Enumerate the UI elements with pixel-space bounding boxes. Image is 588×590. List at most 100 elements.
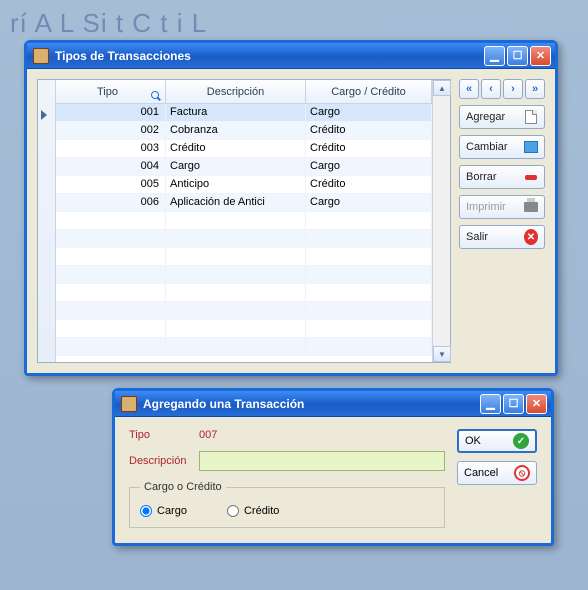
- delete-icon: [524, 170, 538, 184]
- ok-icon: ✓: [513, 433, 529, 449]
- cell-tipo: 005: [56, 176, 166, 193]
- table-row[interactable]: [56, 212, 432, 230]
- cell-descripcion: [166, 212, 306, 229]
- table-row[interactable]: [56, 266, 432, 284]
- side-panel: « ‹ › » Agregar Cambiar Borrar Imprimir: [459, 79, 545, 363]
- cell-cargo-credito: Cargo: [306, 104, 432, 121]
- column-header-cargo-credito[interactable]: Cargo / Crédito: [306, 80, 432, 103]
- cell-cargo-credito: Cargo: [306, 158, 432, 175]
- group-legend: Cargo o Crédito: [140, 481, 226, 493]
- cell-descripcion: Aplicación de Antici: [166, 194, 306, 211]
- window-title: Tipos de Transacciones: [55, 49, 484, 63]
- new-page-icon: [524, 110, 538, 124]
- cell-cargo-credito: [306, 230, 432, 247]
- table-row[interactable]: [56, 302, 432, 320]
- cell-cargo-credito: [306, 302, 432, 319]
- tipos-transacciones-window: Tipos de Transacciones ▁ ☐ ✕ Tipo Descri…: [24, 40, 558, 376]
- cell-tipo: 001: [56, 104, 166, 121]
- cell-descripcion: [166, 248, 306, 265]
- cell-tipo: [56, 230, 166, 247]
- current-row-marker-icon: [41, 110, 47, 120]
- cell-cargo-credito: [306, 320, 432, 337]
- nav-first-button[interactable]: «: [459, 79, 479, 99]
- table-row[interactable]: [56, 338, 432, 356]
- cell-tipo: [56, 302, 166, 319]
- table-row[interactable]: 006Aplicación de AnticiCargo: [56, 194, 432, 212]
- maximize-button[interactable]: ☐: [503, 394, 524, 414]
- titlebar[interactable]: Tipos de Transacciones ▁ ☐ ✕: [27, 43, 555, 69]
- cell-cargo-credito: [306, 248, 432, 265]
- cell-descripcion: [166, 338, 306, 355]
- cell-descripcion: [166, 302, 306, 319]
- cell-cargo-credito: Crédito: [306, 122, 432, 139]
- radio-credito-label[interactable]: Crédito: [227, 505, 279, 517]
- cancel-button[interactable]: Cancel ⦸: [457, 461, 537, 485]
- descripcion-label: Descripción: [129, 455, 199, 467]
- column-header-tipo[interactable]: Tipo: [56, 80, 166, 103]
- table-row[interactable]: 003CréditoCrédito: [56, 140, 432, 158]
- dialog-title: Agregando una Transacción: [143, 397, 480, 411]
- app-icon: [121, 396, 137, 412]
- transacciones-grid[interactable]: Tipo Descripción Cargo / Crédito 001Fact…: [37, 79, 451, 363]
- printer-icon: [524, 200, 538, 214]
- background-menu-text: rí A L Si t C t i L: [10, 8, 578, 39]
- nav-next-button[interactable]: ›: [503, 79, 523, 99]
- table-row[interactable]: [56, 284, 432, 302]
- agregar-button[interactable]: Agregar: [459, 105, 545, 129]
- close-button[interactable]: ✕: [526, 394, 547, 414]
- cell-descripcion: [166, 230, 306, 247]
- cell-tipo: 003: [56, 140, 166, 157]
- table-row[interactable]: 002CobranzaCrédito: [56, 122, 432, 140]
- cargo-credito-group: Cargo o Crédito Cargo Crédito: [129, 481, 445, 528]
- cell-tipo: 004: [56, 158, 166, 175]
- minimize-button[interactable]: ▁: [480, 394, 501, 414]
- column-header-descripcion[interactable]: Descripción: [166, 80, 306, 103]
- cell-cargo-credito: Crédito: [306, 176, 432, 193]
- search-icon[interactable]: [151, 91, 161, 101]
- cell-cargo-credito: Crédito: [306, 140, 432, 157]
- cell-tipo: [56, 266, 166, 283]
- radio-cargo[interactable]: [140, 505, 152, 517]
- cell-descripcion: [166, 266, 306, 283]
- grid-body[interactable]: 001FacturaCargo002CobranzaCrédito003 Créd…: [56, 104, 432, 362]
- radio-credito[interactable]: [227, 505, 239, 517]
- cell-descripcion: Cobranza: [166, 122, 306, 139]
- descripcion-input[interactable]: [199, 451, 445, 471]
- cell-cargo-credito: [306, 212, 432, 229]
- cell-descripcion: [166, 284, 306, 301]
- cell-tipo: [56, 284, 166, 301]
- ok-button[interactable]: OK ✓: [457, 429, 537, 453]
- close-button[interactable]: ✕: [530, 46, 551, 66]
- scroll-up-button[interactable]: ▲: [433, 80, 451, 96]
- table-row[interactable]: [56, 230, 432, 248]
- cell-cargo-credito: [306, 338, 432, 355]
- scroll-down-button[interactable]: ▼: [433, 346, 451, 362]
- nav-last-button[interactable]: »: [525, 79, 545, 99]
- borrar-button[interactable]: Borrar: [459, 165, 545, 189]
- cell-cargo-credito: [306, 266, 432, 283]
- titlebar[interactable]: Agregando una Transacción ▁ ☐ ✕: [115, 391, 551, 417]
- table-row[interactable]: [56, 320, 432, 338]
- cell-cargo-credito: Cargo: [306, 194, 432, 211]
- table-row[interactable]: 004CargoCargo: [56, 158, 432, 176]
- table-row[interactable]: [56, 248, 432, 266]
- imprimir-button[interactable]: Imprimir: [459, 195, 545, 219]
- maximize-button[interactable]: ☐: [507, 46, 528, 66]
- cell-tipo: [56, 338, 166, 355]
- vertical-scrollbar[interactable]: ▲ ▼: [432, 80, 450, 362]
- nav-prev-button[interactable]: ‹: [481, 79, 501, 99]
- cell-descripcion: [166, 320, 306, 337]
- minimize-button[interactable]: ▁: [484, 46, 505, 66]
- cell-tipo: 006: [56, 194, 166, 211]
- table-row[interactable]: 005AnticipoCrédito: [56, 176, 432, 194]
- cell-descripcion: Anticipo: [166, 176, 306, 193]
- radio-cargo-label[interactable]: Cargo: [140, 505, 187, 517]
- cell-tipo: [56, 212, 166, 229]
- tipo-value: 007: [199, 429, 217, 441]
- cambiar-button[interactable]: Cambiar: [459, 135, 545, 159]
- table-row[interactable]: 001FacturaCargo: [56, 104, 432, 122]
- app-icon: [33, 48, 49, 64]
- cell-cargo-credito: [306, 284, 432, 301]
- salir-button[interactable]: Salir ✕: [459, 225, 545, 249]
- tipo-label: Tipo: [129, 429, 199, 441]
